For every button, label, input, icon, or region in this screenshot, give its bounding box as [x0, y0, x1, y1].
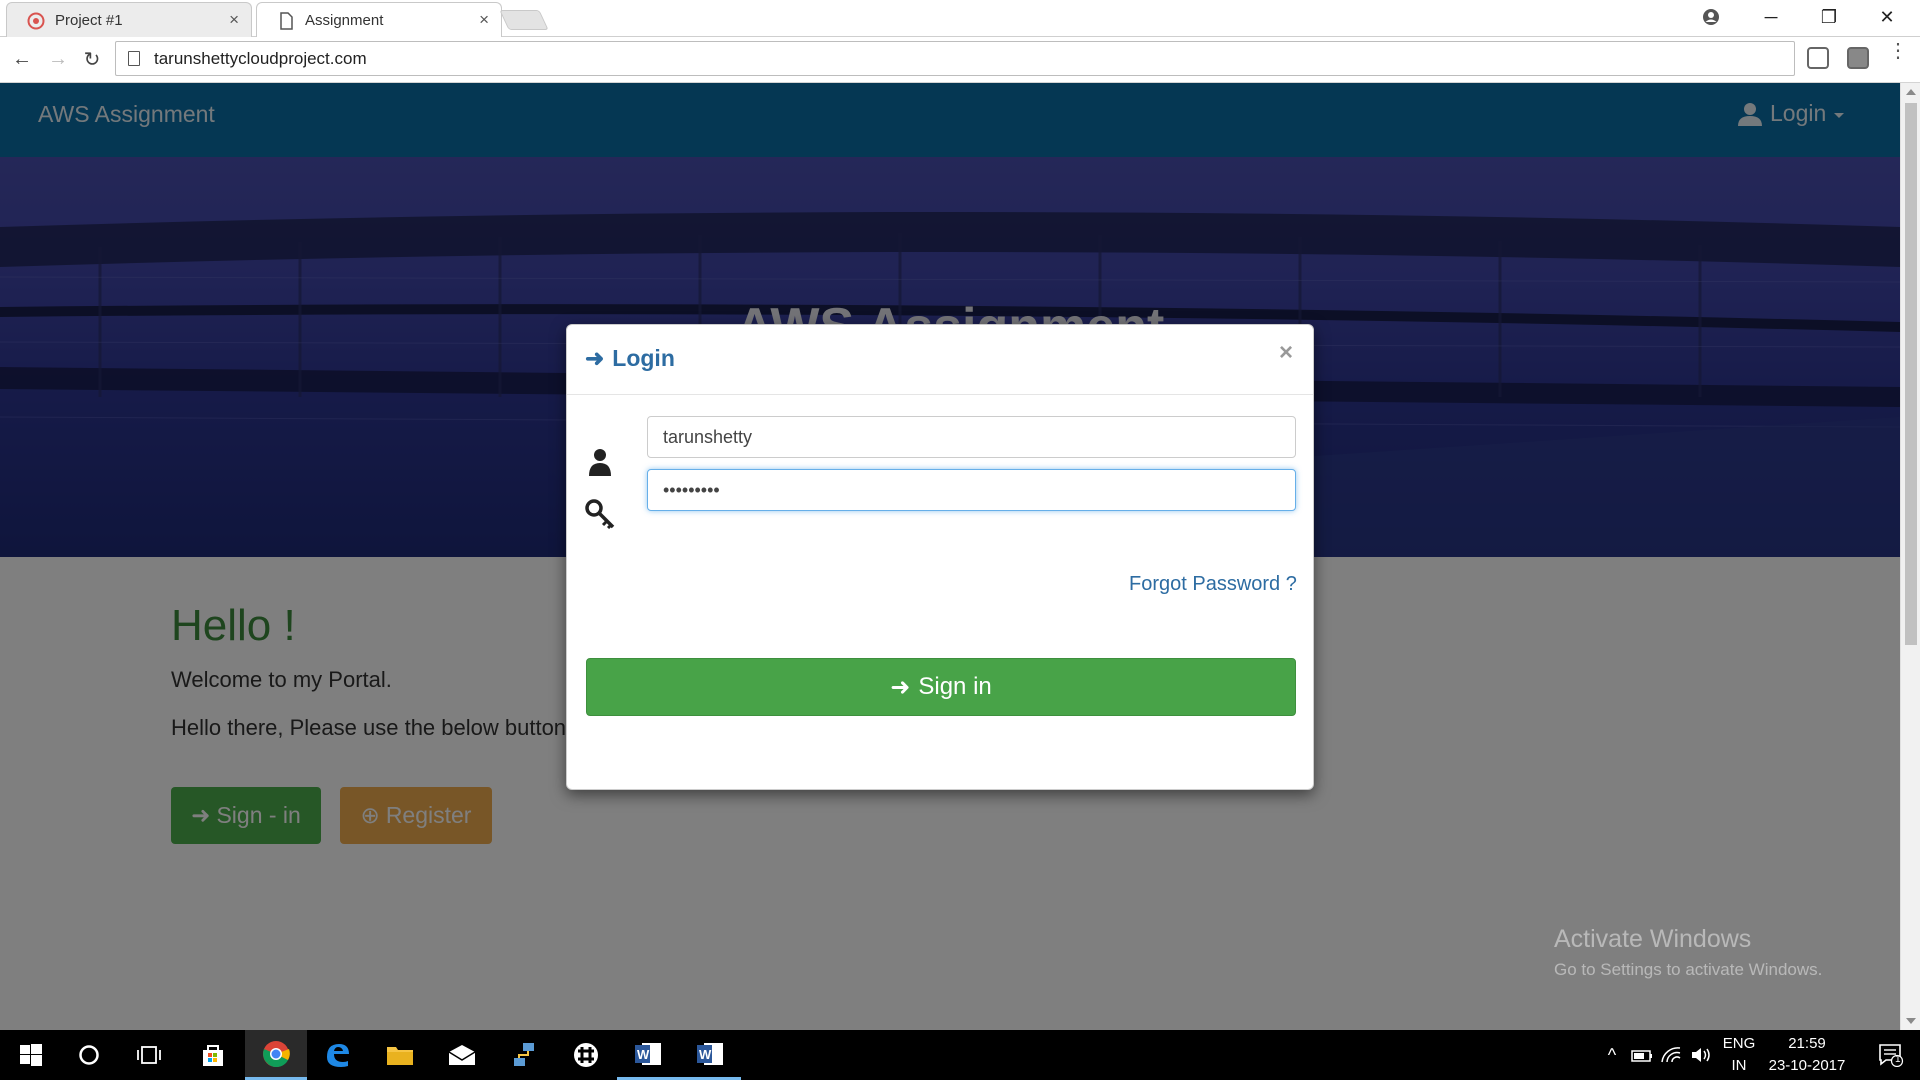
- volume-icon[interactable]: [1690, 1046, 1714, 1064]
- task-view-icon[interactable]: [118, 1030, 180, 1080]
- svg-text:W: W: [637, 1047, 650, 1062]
- word-icon[interactable]: W: [679, 1030, 741, 1080]
- tab-label: Project #1: [55, 11, 123, 29]
- file-explorer-icon[interactable]: [369, 1030, 431, 1080]
- windows-start-icon[interactable]: [0, 1030, 62, 1080]
- svg-text:W: W: [699, 1047, 712, 1062]
- battery-icon[interactable]: [1630, 1046, 1654, 1064]
- language-indicator[interactable]: ENG IN: [1714, 1030, 1764, 1080]
- watermark-subtitle: Go to Settings to activate Windows.: [1554, 960, 1823, 979]
- page-scrollbar[interactable]: [1900, 83, 1920, 1030]
- slack-icon[interactable]: [555, 1030, 617, 1080]
- restore-button[interactable]: ❐: [1800, 0, 1858, 34]
- language-code: ENG: [1722, 1035, 1756, 1052]
- windows-taskbar: W W ^ ENG IN 21:59 23-10-2017 1: [0, 1030, 1920, 1080]
- extension-icon[interactable]: [1807, 47, 1829, 69]
- browser-menu-icon[interactable]: ⋮: [1888, 41, 1908, 61]
- sign-in-icon: ➜: [585, 345, 605, 371]
- username-input[interactable]: [647, 416, 1296, 458]
- forward-arrow-icon[interactable]: →: [44, 45, 72, 73]
- new-tab-button[interactable]: [499, 10, 549, 30]
- network-app-icon[interactable]: [493, 1030, 555, 1080]
- modal-sign-in-label: Sign in: [918, 673, 992, 700]
- page-viewport: AWS Assignment Login: [0, 83, 1900, 1030]
- login-modal: ➜ Login × Forgot Password ? ➜ Sign in: [566, 324, 1314, 790]
- tab-label: Assignment: [305, 11, 384, 29]
- modal-sign-in-button[interactable]: ➜ Sign in: [586, 658, 1296, 716]
- extension-icon[interactable]: [1847, 47, 1869, 69]
- system-tray: ^: [1600, 1030, 1714, 1080]
- tab-assignment[interactable]: Assignment ×: [256, 2, 502, 37]
- back-arrow-icon[interactable]: ←: [8, 45, 36, 73]
- close-icon[interactable]: ×: [1279, 339, 1293, 367]
- browser-toolbar: ← → ↻ tarunshettycloudproject.com ⋮: [0, 37, 1920, 83]
- address-bar[interactable]: tarunshettycloudproject.com: [115, 41, 1795, 76]
- clock-time: 21:59: [1788, 1035, 1826, 1052]
- cortana-search-icon[interactable]: [58, 1030, 120, 1080]
- page-favicon-icon: [280, 12, 293, 30]
- mail-icon[interactable]: [431, 1030, 493, 1080]
- url-text: tarunshettycloudproject.com: [154, 48, 367, 68]
- activate-windows-watermark: Activate Windows Go to Settings to activ…: [1554, 925, 1822, 980]
- reload-icon[interactable]: ↻: [78, 45, 106, 73]
- chrome-icon[interactable]: [245, 1030, 307, 1080]
- tab-close-icon[interactable]: ×: [479, 10, 489, 30]
- minimize-button[interactable]: ─: [1742, 0, 1800, 34]
- edge-icon[interactable]: [307, 1030, 369, 1080]
- browser-tab-strip: Project #1 × Assignment × ─ ❐ ✕: [0, 0, 1920, 37]
- modal-header: ➜ Login ×: [567, 325, 1313, 395]
- tab-close-icon[interactable]: ×: [229, 10, 239, 30]
- scroll-down-icon[interactable]: [1906, 1018, 1916, 1024]
- project-favicon-icon: [27, 12, 45, 30]
- page-info-icon[interactable]: [128, 51, 140, 66]
- watermark-title: Activate Windows: [1554, 925, 1752, 953]
- scroll-up-icon[interactable]: [1906, 89, 1916, 95]
- password-input[interactable]: [647, 469, 1296, 511]
- modal-title: ➜ Login: [585, 345, 675, 372]
- modal-title-text: Login: [612, 345, 675, 371]
- clock-date: 23-10-2017: [1768, 1057, 1846, 1074]
- close-window-button[interactable]: ✕: [1858, 0, 1916, 34]
- wifi-icon[interactable]: [1660, 1046, 1684, 1064]
- clock[interactable]: 21:59 23-10-2017: [1762, 1030, 1852, 1080]
- notification-count: 1: [1895, 1054, 1901, 1065]
- user-icon: [589, 449, 611, 476]
- tab-project-1[interactable]: Project #1 ×: [6, 2, 252, 37]
- scrollbar-thumb[interactable]: [1905, 103, 1917, 645]
- store-icon[interactable]: [182, 1030, 244, 1080]
- action-center-icon[interactable]: 1: [1866, 1030, 1916, 1080]
- word-icon[interactable]: W: [617, 1030, 679, 1080]
- sign-in-icon: ➜: [890, 673, 911, 701]
- forgot-password-link[interactable]: Forgot Password ?: [1129, 573, 1297, 596]
- profile-icon[interactable]: [1682, 0, 1740, 34]
- key-icon: [585, 499, 615, 529]
- chevron-up-icon[interactable]: ^: [1600, 1045, 1624, 1066]
- region-code: IN: [1731, 1057, 1747, 1074]
